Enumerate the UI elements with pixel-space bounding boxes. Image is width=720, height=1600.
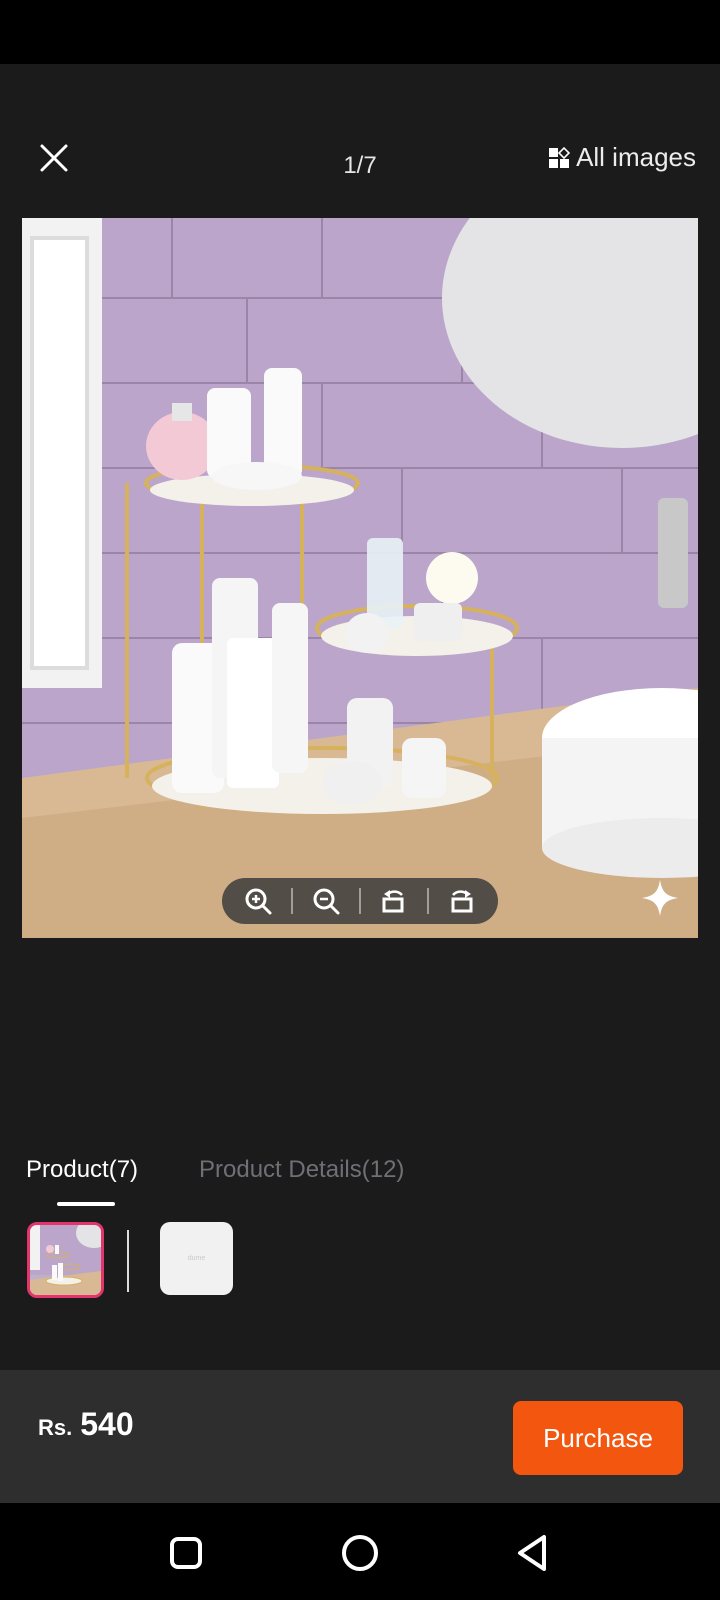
thumbnail-divider: [127, 1230, 129, 1292]
thumbnail-details[interactable]: dume: [160, 1222, 233, 1295]
purchase-bar: Rs. 540 Purchase: [0, 1370, 720, 1503]
rotate-left-icon: [382, 890, 404, 913]
toolbar-divider: [426, 888, 429, 914]
viewer-header: 1/7 All images: [0, 64, 720, 214]
price-currency: Rs.: [38, 1415, 73, 1440]
recents-square-icon[interactable]: [164, 1531, 208, 1575]
toolbar-divider: [291, 888, 294, 914]
toolbar-divider: [358, 888, 361, 914]
rotate-right-button[interactable]: [441, 881, 481, 921]
thumbnail-text: dume: [187, 1255, 206, 1262]
zoom-out-button[interactable]: [306, 881, 346, 921]
zoom-toolbar: [222, 878, 498, 924]
status-bar: [0, 0, 720, 64]
home-circle-icon[interactable]: [338, 1531, 382, 1575]
thumbnail-selected[interactable]: [27, 1222, 104, 1298]
product-photo: [22, 218, 698, 938]
back-triangle-icon[interactable]: [512, 1531, 556, 1575]
tab-product[interactable]: Product(7): [26, 1156, 138, 1184]
sparkle-icon[interactable]: [640, 878, 680, 918]
tab-product-details[interactable]: Product Details(12): [199, 1156, 404, 1184]
zoom-out-icon: [313, 888, 340, 915]
all-images-button[interactable]: All images: [548, 142, 696, 173]
zoom-in-icon: [245, 888, 272, 915]
system-nav-bar: [0, 1503, 720, 1600]
thumbnail-strip: dume: [0, 1220, 720, 1300]
all-images-label: All images: [576, 142, 696, 172]
purchase-button[interactable]: Purchase: [513, 1401, 683, 1475]
image-tabs: Product(7) Product Details(12): [0, 1150, 720, 1210]
active-tab-indicator: [57, 1202, 115, 1206]
product-image-viewer[interactable]: [22, 218, 698, 938]
grid-icon: [549, 146, 571, 168]
rotate-left-button[interactable]: [374, 881, 414, 921]
zoom-in-button[interactable]: [238, 881, 278, 921]
rotate-right-icon: [451, 890, 473, 913]
price: Rs. 540: [38, 1406, 134, 1443]
price-value: 540: [80, 1406, 134, 1442]
thumbnail-image: [30, 1225, 101, 1295]
